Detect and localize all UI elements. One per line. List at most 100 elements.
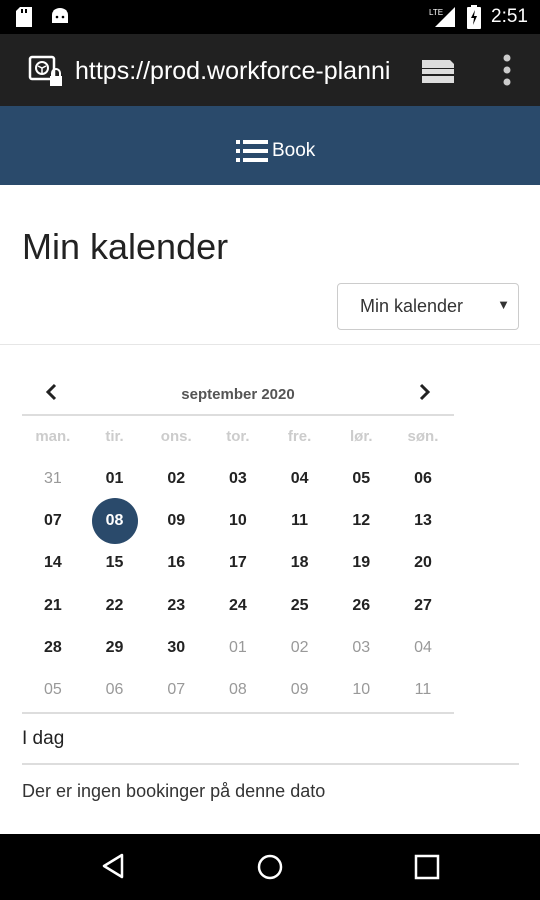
calendar-week: 14 15 16 17 18 19 20 bbox=[22, 542, 454, 584]
calendar-day[interactable]: 24 bbox=[207, 585, 269, 627]
day-number: 25 bbox=[290, 596, 309, 614]
calendar-day[interactable]: 15 bbox=[84, 542, 146, 584]
calendar-day[interactable]: 04 bbox=[269, 458, 331, 500]
calendar-day[interactable]: 06 bbox=[392, 458, 454, 500]
calendar-select-value: Min kalender bbox=[360, 296, 464, 316]
calendar-week: 05 06 07 08 09 10 11 bbox=[22, 669, 454, 711]
status-bar: LTE 2:51 bbox=[0, 0, 540, 34]
day-number: 27 bbox=[414, 596, 432, 614]
calendar-day[interactable]: 29 bbox=[84, 627, 146, 669]
day-number: 03 bbox=[229, 470, 247, 488]
book-label: Book bbox=[272, 140, 316, 161]
calendar-day[interactable]: 05 bbox=[330, 458, 392, 500]
day-number: 20 bbox=[414, 554, 432, 572]
calendar-day[interactable]: 12 bbox=[330, 500, 392, 542]
calendar-day[interactable]: 09 bbox=[145, 500, 207, 542]
url-field[interactable]: https://prod.workforce-planni bbox=[75, 55, 393, 87]
site-info-icon[interactable] bbox=[28, 54, 64, 90]
day-number: 09 bbox=[167, 512, 186, 530]
calendar-day[interactable]: 11 bbox=[392, 669, 454, 711]
calendar-day[interactable]: 16 bbox=[145, 542, 207, 584]
calendar-day[interactable]: 08 bbox=[207, 669, 269, 711]
day-number: 11 bbox=[414, 681, 432, 699]
day-number: 02 bbox=[290, 638, 309, 656]
back-icon[interactable] bbox=[100, 852, 126, 880]
day-number: 19 bbox=[352, 554, 371, 572]
calendar-day[interactable]: 25 bbox=[269, 585, 331, 627]
calendar-select[interactable]: Min kalender ▼ bbox=[337, 283, 519, 330]
calendar-day[interactable]: 07 bbox=[145, 669, 207, 711]
calendar-day[interactable]: 28 bbox=[22, 627, 84, 669]
calendar-day[interactable]: 18 bbox=[269, 542, 331, 584]
day-number: 02 bbox=[167, 470, 186, 488]
home-icon[interactable] bbox=[255, 852, 285, 882]
calendar-day[interactable]: 01 bbox=[207, 627, 269, 669]
no-bookings-message: Der er ingen bookinger på denne dato bbox=[22, 781, 326, 801]
overflow-menu-icon[interactable] bbox=[497, 52, 517, 88]
calendar-day[interactable]: 06 bbox=[84, 669, 146, 711]
book-button[interactable]: Book bbox=[236, 126, 315, 166]
weekday-label: ons. bbox=[160, 428, 192, 445]
tabs-icon[interactable] bbox=[420, 56, 456, 86]
calendar-day[interactable]: 03 bbox=[330, 627, 392, 669]
calendar-day[interactable]: 23 bbox=[145, 585, 207, 627]
day-number: 21 bbox=[43, 596, 62, 614]
calendar-day[interactable]: 26 bbox=[330, 585, 392, 627]
calendar-day[interactable]: 09 bbox=[269, 669, 331, 711]
calendar-header: september 2020 bbox=[22, 372, 454, 416]
recent-apps-icon[interactable] bbox=[414, 854, 440, 880]
calendar-week: 28 29 30 01 02 03 04 bbox=[22, 627, 454, 669]
day-number: 18 bbox=[290, 554, 309, 572]
day-number: 08 bbox=[91, 498, 138, 545]
calendar-day[interactable]: 04 bbox=[392, 627, 454, 669]
weekday-label: tor. bbox=[226, 428, 250, 445]
calendar-day[interactable]: 13 bbox=[392, 500, 454, 542]
calendar-day[interactable]: 02 bbox=[145, 458, 207, 500]
day-number: 29 bbox=[105, 638, 124, 656]
clock: 2:51 bbox=[491, 6, 528, 27]
calendar-day[interactable]: 20 bbox=[392, 542, 454, 584]
calendar-day[interactable]: 07 bbox=[22, 500, 84, 542]
calendar-grid: 31 01 02 03 04 05 06 07 08 09 10 11 12 13 14 15 16 17 18 19… bbox=[22, 458, 454, 711]
network-label: LTE bbox=[429, 8, 443, 17]
day-number: 30 bbox=[167, 638, 186, 656]
day-number: 11 bbox=[291, 512, 309, 530]
weekday-row: man. tir. ons. tor. fre. lør. søn. bbox=[22, 428, 454, 445]
month-label[interactable]: september 2020 bbox=[22, 386, 454, 403]
weekday-label: tir. bbox=[105, 428, 124, 445]
calendar-day[interactable]: 22 bbox=[84, 585, 146, 627]
calendar-day[interactable]: 21 bbox=[22, 585, 84, 627]
calendar-day[interactable]: 30 bbox=[145, 627, 207, 669]
divider bbox=[22, 763, 519, 765]
weekday-label: søn. bbox=[407, 428, 439, 445]
calendar-day[interactable]: 27 bbox=[392, 585, 454, 627]
calendar-day[interactable]: 31 bbox=[22, 458, 84, 500]
day-number: 17 bbox=[229, 554, 247, 572]
system-nav-bar bbox=[0, 834, 540, 900]
calendar-day[interactable]: 11 bbox=[269, 500, 331, 542]
calendar-day[interactable]: 17 bbox=[207, 542, 269, 584]
calendar-week: 07 08 09 10 11 12 13 bbox=[22, 498, 454, 545]
next-month-icon[interactable] bbox=[414, 382, 434, 402]
day-number: 10 bbox=[229, 512, 247, 530]
calendar-day[interactable]: 19 bbox=[330, 542, 392, 584]
calendar-day[interactable]: 03 bbox=[207, 458, 269, 500]
day-number: 14 bbox=[43, 554, 62, 572]
calendar-day-selected[interactable]: 08 bbox=[84, 498, 146, 545]
app-header: Book bbox=[0, 106, 540, 185]
signal-icon: LTE bbox=[429, 7, 456, 27]
calendar-day[interactable]: 14 bbox=[22, 542, 84, 584]
calendar-day[interactable]: 01 bbox=[84, 458, 146, 500]
day-number: 04 bbox=[290, 470, 309, 488]
divider bbox=[0, 344, 540, 345]
weekday-label: lør. bbox=[350, 428, 373, 445]
day-number: 01 bbox=[105, 470, 124, 488]
day-number: 05 bbox=[352, 470, 371, 488]
calendar-day[interactable]: 02 bbox=[269, 627, 331, 669]
calendar-day[interactable]: 10 bbox=[207, 500, 269, 542]
today-button[interactable]: I dag bbox=[22, 728, 64, 750]
day-number: 13 bbox=[414, 512, 432, 530]
calendar-day[interactable]: 05 bbox=[22, 669, 84, 711]
calendar-day[interactable]: 10 bbox=[330, 669, 392, 711]
page-title: Min kalender bbox=[22, 226, 229, 267]
